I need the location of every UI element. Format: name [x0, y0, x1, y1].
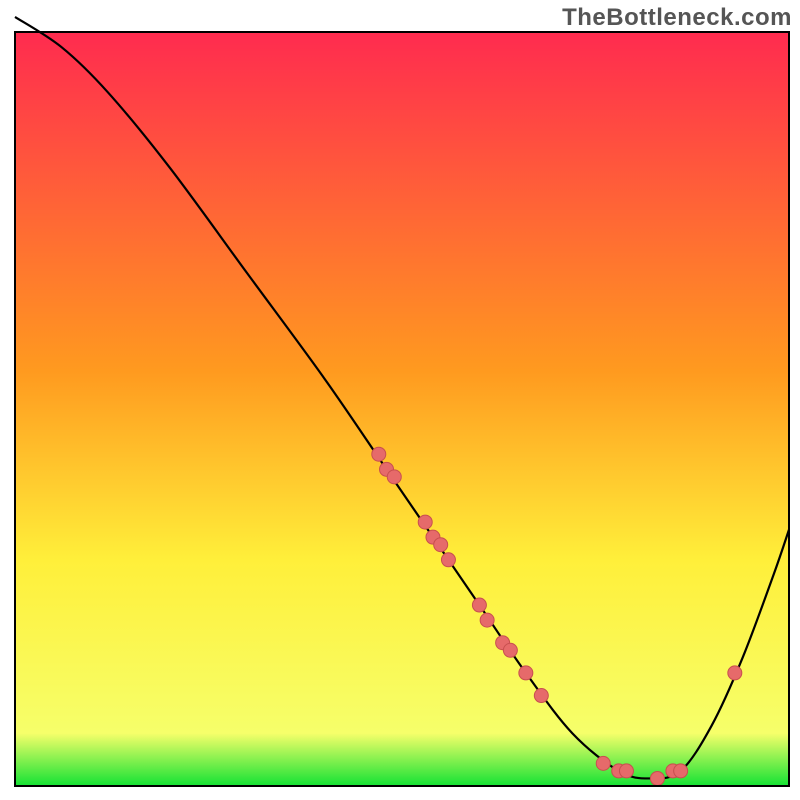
data-point [372, 447, 386, 461]
bottleneck-chart [0, 0, 800, 800]
data-point [480, 613, 494, 627]
data-point [650, 771, 664, 785]
data-point [674, 764, 688, 778]
data-point [619, 764, 633, 778]
data-point [472, 598, 486, 612]
data-point [434, 538, 448, 552]
data-point [519, 666, 533, 680]
data-point [441, 553, 455, 567]
data-point [418, 515, 432, 529]
data-point [534, 689, 548, 703]
data-point [596, 756, 610, 770]
data-point [728, 666, 742, 680]
plot-area [15, 32, 789, 786]
watermark-text: TheBottleneck.com [562, 4, 792, 32]
data-point [503, 643, 517, 657]
data-point [387, 470, 401, 484]
